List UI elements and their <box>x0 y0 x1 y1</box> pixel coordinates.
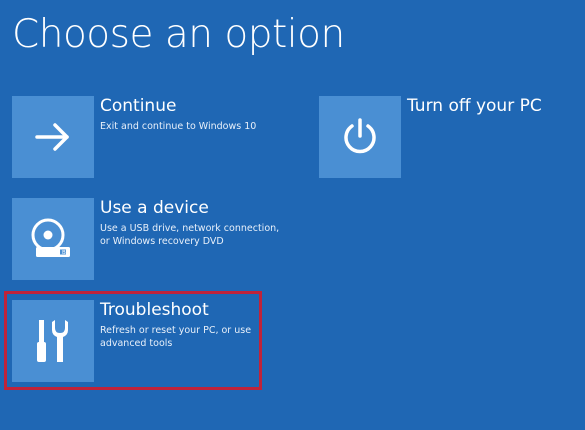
use-device-description: Use a USB drive, network connection, or … <box>100 222 279 248</box>
continue-description-line: Exit and continue to Windows 10 <box>100 121 257 132</box>
troubleshoot-tile[interactable] <box>12 300 94 382</box>
troubleshoot-option[interactable]: Troubleshoot Refresh or reset your PC, o… <box>12 300 257 382</box>
use-device-tile[interactable]: B <box>12 198 94 280</box>
use-device-option[interactable]: B Use a device Use a USB drive, network … <box>12 198 282 280</box>
disc-drive-icon: B <box>31 218 70 257</box>
continue-description: Exit and continue to Windows 10 <box>100 120 256 133</box>
power-icon <box>344 118 376 154</box>
arrow-right-icon <box>35 123 69 151</box>
troubleshoot-description-line-1: Refresh or reset your PC, or use <box>100 325 252 336</box>
continue-tile[interactable] <box>12 96 94 178</box>
turn-off-option[interactable]: Turn off your PC <box>319 96 569 178</box>
svg-text:B: B <box>62 250 66 256</box>
turn-off-title[interactable]: Turn off your PC <box>407 96 542 116</box>
page-title: Choose an option <box>12 12 345 57</box>
troubleshoot-title[interactable]: Troubleshoot <box>100 300 251 320</box>
continue-option[interactable]: Continue Exit and continue to Windows 10 <box>12 96 272 178</box>
continue-title[interactable]: Continue <box>100 96 256 116</box>
troubleshoot-description-line-2: advanced tools <box>100 338 173 349</box>
use-device-description-line-1: Use a USB drive, network connection, <box>100 223 280 234</box>
tools-icon <box>37 320 68 362</box>
troubleshoot-description: Refresh or reset your PC, or use advance… <box>100 324 251 350</box>
use-device-title[interactable]: Use a device <box>100 198 279 218</box>
turn-off-tile[interactable] <box>319 96 401 178</box>
use-device-description-line-2: or Windows recovery DVD <box>100 236 224 247</box>
